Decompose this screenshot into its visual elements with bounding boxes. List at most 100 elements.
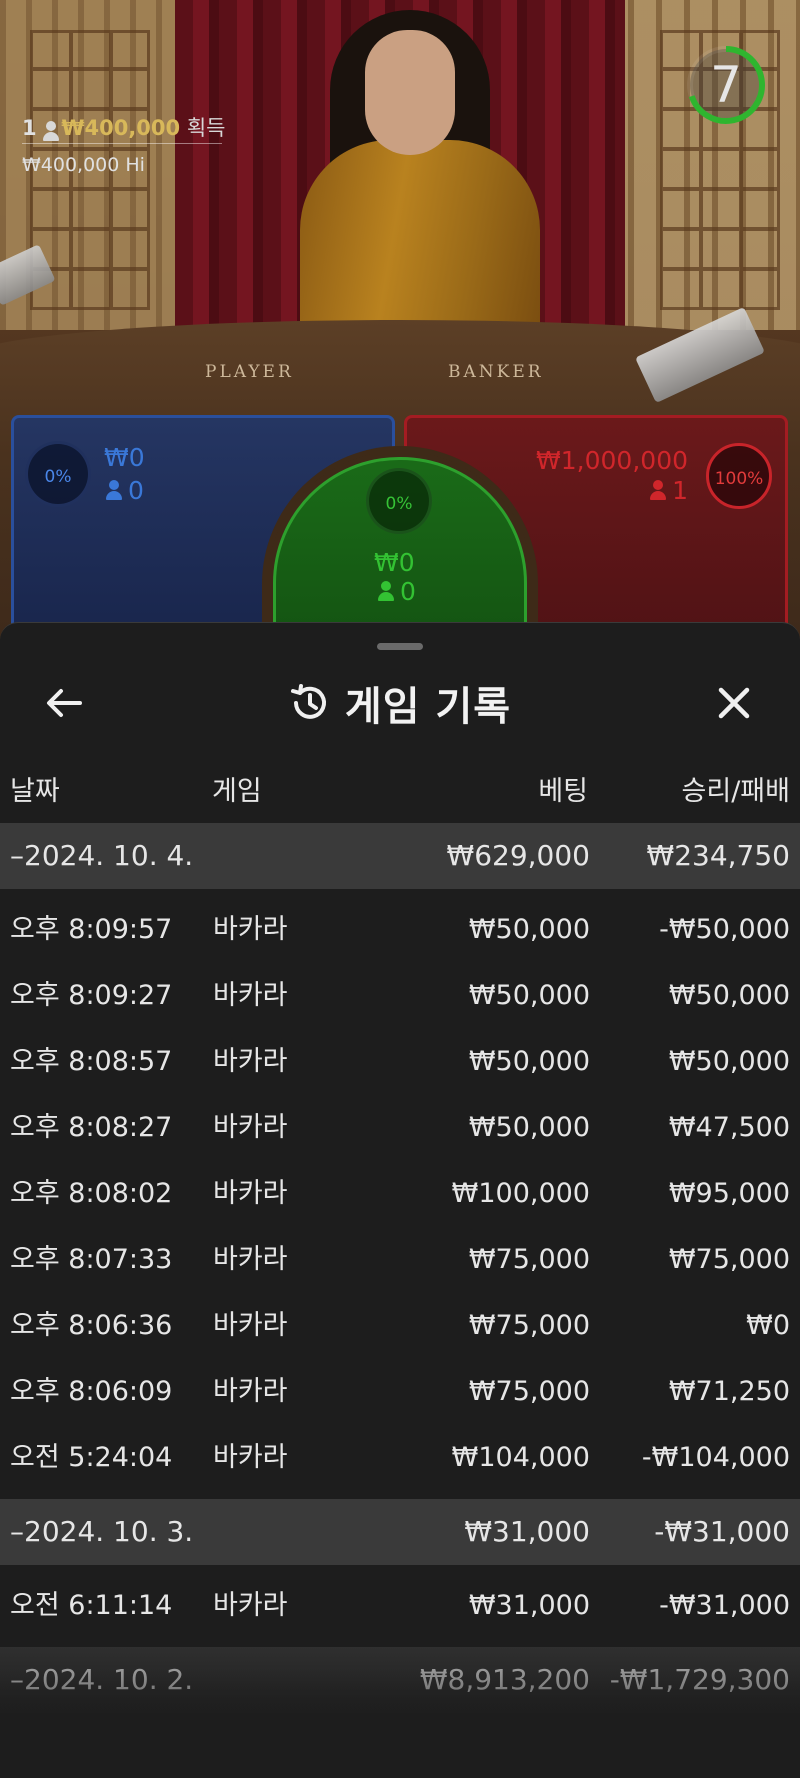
column-header-game: 게임 (212, 776, 262, 807)
player-count-value: 0 (128, 476, 144, 505)
row-time: 오후 8:06:09 (10, 1376, 173, 1407)
row-result: -₩50,000 (659, 914, 790, 945)
date-group-header[interactable]: –2024. 10. 2. ₩8,913,200 -₩1,729,300 (0, 1647, 800, 1713)
player-percent: 0% (25, 441, 91, 507)
row-result: ₩95,000 (668, 1178, 790, 1209)
row-time: 오후 8:08:02 (10, 1178, 173, 1209)
person-icon (650, 480, 667, 500)
row-game: 바카라 (213, 1112, 288, 1143)
history-row[interactable]: 오후 8:08:27 바카라 ₩50,000 ₩47,500 (0, 1095, 800, 1161)
close-button[interactable] (704, 673, 764, 733)
sheet-header: 게임 기록 (0, 678, 800, 730)
group-bet-total: ₩629,000 (446, 839, 590, 872)
row-time: 오전 5:24:04 (10, 1442, 173, 1473)
group-date: –2024. 10. 2. (10, 1663, 194, 1696)
row-bet: ₩50,000 (468, 1112, 590, 1143)
history-row[interactable]: 오전 5:24:04 바카라 ₩104,000 -₩104,000 (0, 1425, 800, 1491)
history-list: –2024. 10. 4. ₩629,000 ₩234,750 오후 8:09:… (0, 823, 800, 1713)
close-x-icon (718, 687, 750, 719)
row-result: -₩31,000 (659, 1590, 790, 1621)
group-date: –2024. 10. 4. (10, 839, 194, 872)
app-root: PLAYER BANKER 1 ₩400,000 획득 ₩400,000 Hi … (0, 0, 800, 1778)
row-game: 바카라 (213, 1590, 288, 1621)
row-game: 바카라 (213, 914, 288, 945)
banker-amount: ₩1,000,000 (536, 446, 688, 475)
row-time: 오후 8:07:33 (10, 1244, 173, 1275)
history-row[interactable]: 오후 8:08:57 바카라 ₩50,000 ₩50,000 (0, 1029, 800, 1095)
tie-count-value: 0 (400, 577, 416, 606)
row-time: 오후 8:08:27 (10, 1112, 173, 1143)
table-limit: ₩400,000 Hi (22, 154, 145, 176)
banker-count-value: 1 (672, 476, 688, 505)
table-label-banker: BANKER (448, 362, 544, 382)
row-bet: ₩50,000 (468, 914, 590, 945)
group-bet-total: ₩8,913,200 (419, 1663, 590, 1696)
date-group-header[interactable]: –2024. 10. 4. ₩629,000 ₩234,750 (0, 823, 800, 889)
person-icon (43, 121, 60, 141)
history-row[interactable]: 오후 8:09:57 바카라 ₩50,000 -₩50,000 (0, 897, 800, 963)
history-clock-icon (290, 684, 326, 719)
row-result: ₩50,000 (668, 1046, 790, 1077)
sheet-title: 게임 기록 (344, 684, 512, 730)
row-time: 오후 8:06:36 (10, 1310, 173, 1341)
row-result: ₩75,000 (668, 1244, 790, 1275)
row-game: 바카라 (213, 1178, 288, 1209)
history-row[interactable]: 오후 8:08:02 바카라 ₩100,000 ₩95,000 (0, 1161, 800, 1227)
history-row[interactable]: 오전 6:11:14 바카라 ₩31,000 -₩31,000 (0, 1573, 800, 1639)
banker-percent: 100% (706, 443, 772, 509)
row-bet: ₩75,000 (468, 1244, 590, 1275)
column-header-date: 날짜 (10, 776, 60, 807)
row-game: 바카라 (213, 1442, 288, 1473)
row-bet: ₩75,000 (468, 1310, 590, 1341)
history-row[interactable]: 오후 8:06:36 바카라 ₩75,000 ₩0 (0, 1293, 800, 1359)
dealer-face (365, 30, 455, 155)
winners-divider (22, 143, 222, 144)
winners-amount: ₩400,000 (61, 116, 181, 140)
dealer-body (300, 140, 540, 340)
row-time: 오후 8:09:57 (10, 914, 173, 945)
person-icon (378, 581, 394, 601)
winners-info: 1 ₩400,000 획득 (22, 112, 225, 142)
row-game: 바카라 (213, 1244, 288, 1275)
row-bet: ₩75,000 (468, 1376, 590, 1407)
row-time: 오후 8:08:57 (10, 1046, 173, 1077)
sheet-drag-handle[interactable] (377, 643, 423, 650)
row-bet: ₩100,000 (451, 1178, 590, 1209)
row-result: ₩47,500 (668, 1112, 790, 1143)
column-header-result: 승리/패배 (681, 776, 790, 807)
row-game: 바카라 (213, 1046, 288, 1077)
group-result-total: ₩234,750 (646, 839, 790, 872)
banker-count: 1 (650, 476, 688, 505)
winners-count: 1 (22, 116, 37, 140)
countdown-timer: 7 (685, 32, 767, 138)
tie-amount: ₩0 (374, 548, 415, 577)
game-history-sheet: 게임 기록 날짜 게임 베팅 승리/패배 –2024. 10. 4. ₩629,… (0, 622, 800, 1778)
group-result-total: -₩1,729,300 (609, 1663, 790, 1696)
player-count: 0 (106, 476, 144, 505)
row-bet: ₩31,000 (468, 1590, 590, 1621)
history-row[interactable]: 오후 8:07:33 바카라 ₩75,000 ₩75,000 (0, 1227, 800, 1293)
row-bet: ₩50,000 (468, 980, 590, 1011)
person-icon (106, 480, 122, 500)
row-bet: ₩104,000 (451, 1442, 590, 1473)
history-row[interactable]: 오후 8:09:27 바카라 ₩50,000 ₩50,000 (0, 963, 800, 1029)
row-time: 오후 8:09:27 (10, 980, 173, 1011)
row-result: ₩71,250 (668, 1376, 790, 1407)
row-bet: ₩50,000 (468, 1046, 590, 1077)
timer-seconds: 7 (710, 56, 742, 114)
row-game: 바카라 (213, 980, 288, 1011)
row-result: -₩104,000 (641, 1442, 790, 1473)
row-time: 오전 6:11:14 (10, 1590, 173, 1621)
player-amount-value: ₩0 (104, 443, 145, 472)
row-result: ₩0 (746, 1310, 790, 1341)
group-result-total: -₩31,000 (654, 1515, 790, 1548)
player-amount: ₩0 (104, 443, 145, 472)
column-header-bet: 베팅 (538, 776, 588, 807)
group-date: –2024. 10. 3. (10, 1515, 194, 1548)
history-row[interactable]: 오후 8:06:09 바카라 ₩75,000 ₩71,250 (0, 1359, 800, 1425)
group-bet-total: ₩31,000 (464, 1515, 590, 1548)
tie-count: 0 (378, 577, 416, 606)
row-game: 바카라 (213, 1376, 288, 1407)
date-group-header[interactable]: –2024. 10. 3. ₩31,000 -₩31,000 (0, 1499, 800, 1565)
banker-amount-value: ₩1,000,000 (536, 446, 688, 475)
